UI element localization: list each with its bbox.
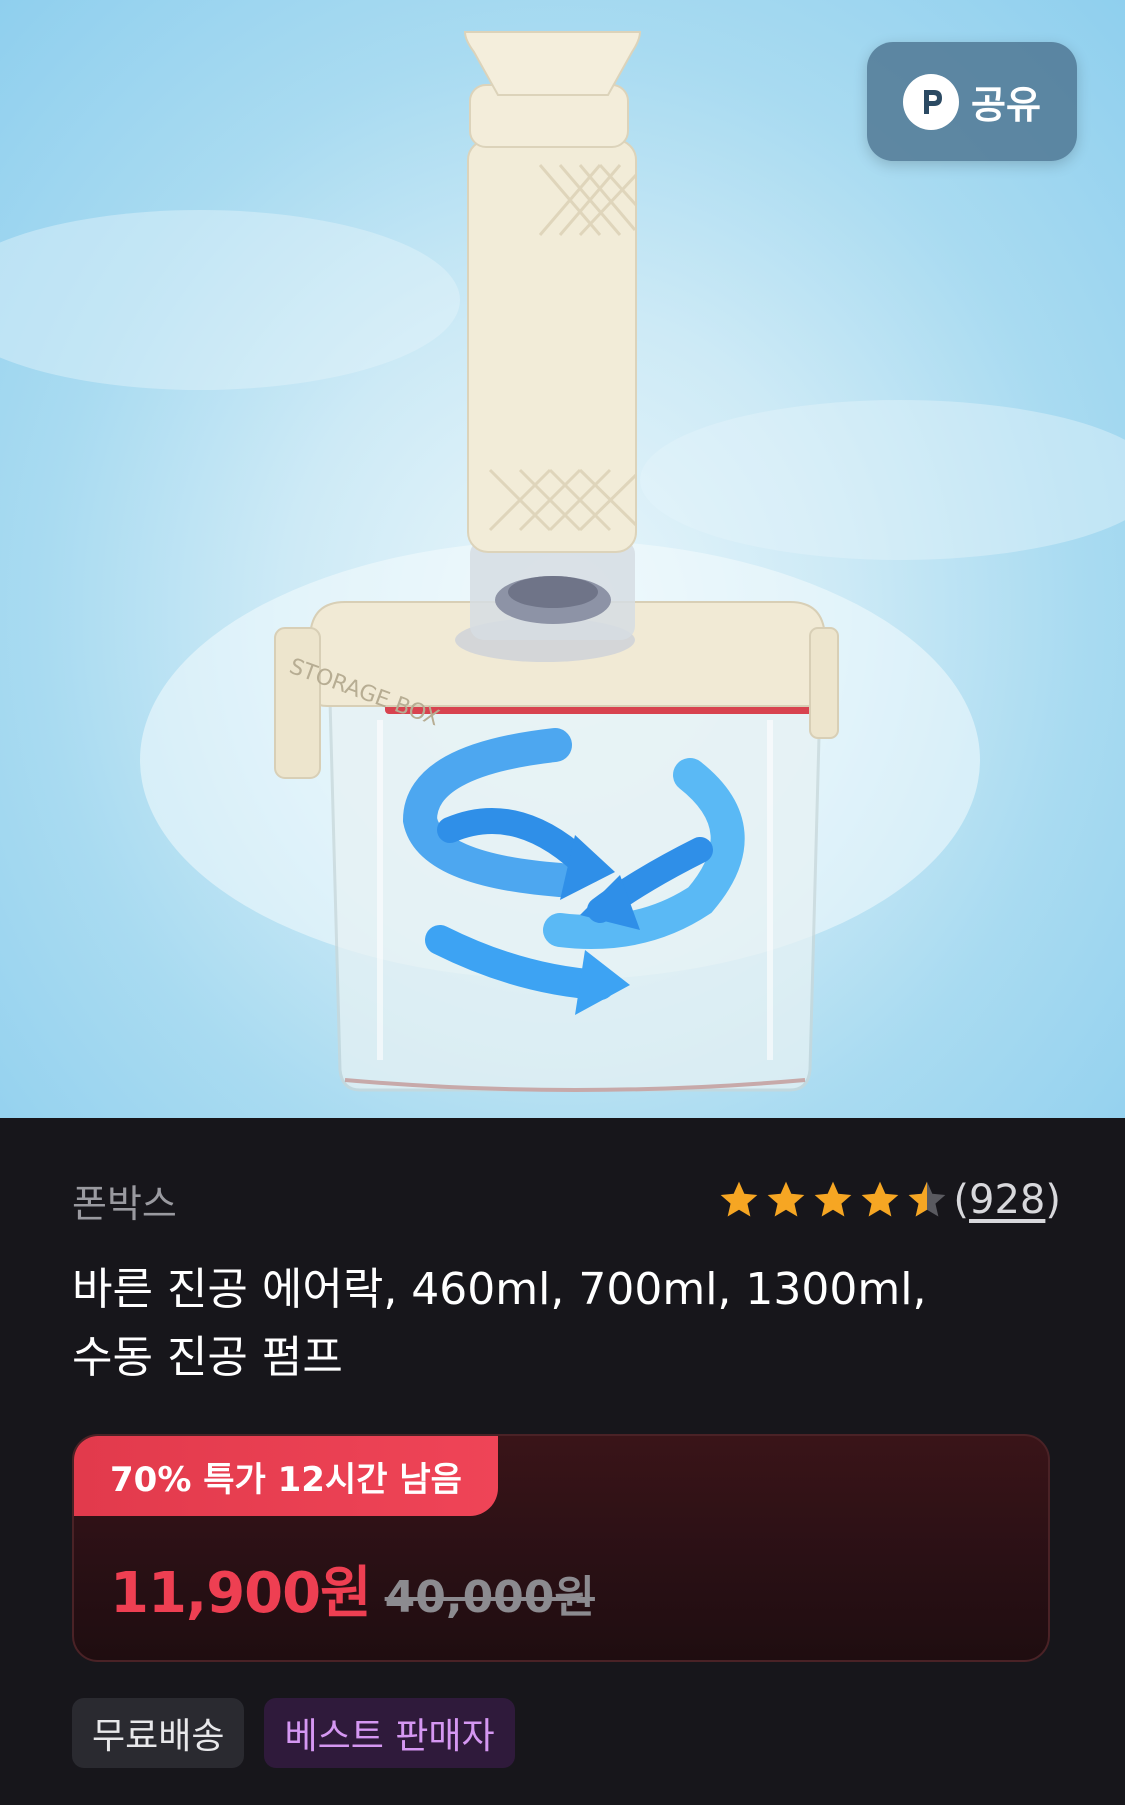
share-label: 공유 (971, 83, 1041, 127)
share-button[interactable]: 공유 (867, 42, 1077, 161)
free-shipping-badge: 무료배송 (72, 1698, 245, 1768)
product-title-line2: 수동 진공 펌프 (72, 1332, 343, 1383)
rating[interactable]: (928) (717, 1177, 1061, 1223)
star-icon (862, 1181, 899, 1217)
price-row: 11,900원 40,000원 (110, 1548, 595, 1629)
star-icon (815, 1181, 852, 1217)
product-image: STORAGE BOX (0, 31, 1125, 1092)
deal-tag: 70% 특가 12시간 남음 (74, 1436, 498, 1516)
best-seller-badge: 베스트 판매자 (264, 1698, 515, 1768)
product-image-area[interactable]: STORAGE BOX 공유 (0, 0, 1125, 1118)
star-icon (768, 1181, 805, 1217)
brand-name[interactable]: 폰박스 (72, 1173, 177, 1228)
original-price: 40,000원 (384, 1572, 595, 1623)
deal-box: 70% 특가 12시간 남음 11,900원 40,000원 (72, 1434, 1050, 1662)
badges: 무료배송 베스트 판매자 (72, 1698, 1053, 1768)
review-count[interactable]: (928) (953, 1177, 1061, 1223)
meta-row: 폰박스 (928) (72, 1176, 1061, 1226)
star-half-icon (909, 1181, 946, 1217)
product-info: 폰박스 (928) 바른 진공 에어락, 460ml, 700ml, 1300m… (0, 1176, 1125, 1768)
product-title-line1: 바른 진공 에어락, 460ml, 700ml, 1300ml, (72, 1264, 927, 1315)
p-logo-icon (903, 73, 960, 130)
sale-price: 11,900원 (110, 1561, 372, 1626)
rating-stars (717, 1178, 949, 1222)
product-title: 바른 진공 에어락, 460ml, 700ml, 1300ml, 수동 진공 펌… (72, 1256, 1052, 1392)
star-icon (721, 1181, 758, 1217)
